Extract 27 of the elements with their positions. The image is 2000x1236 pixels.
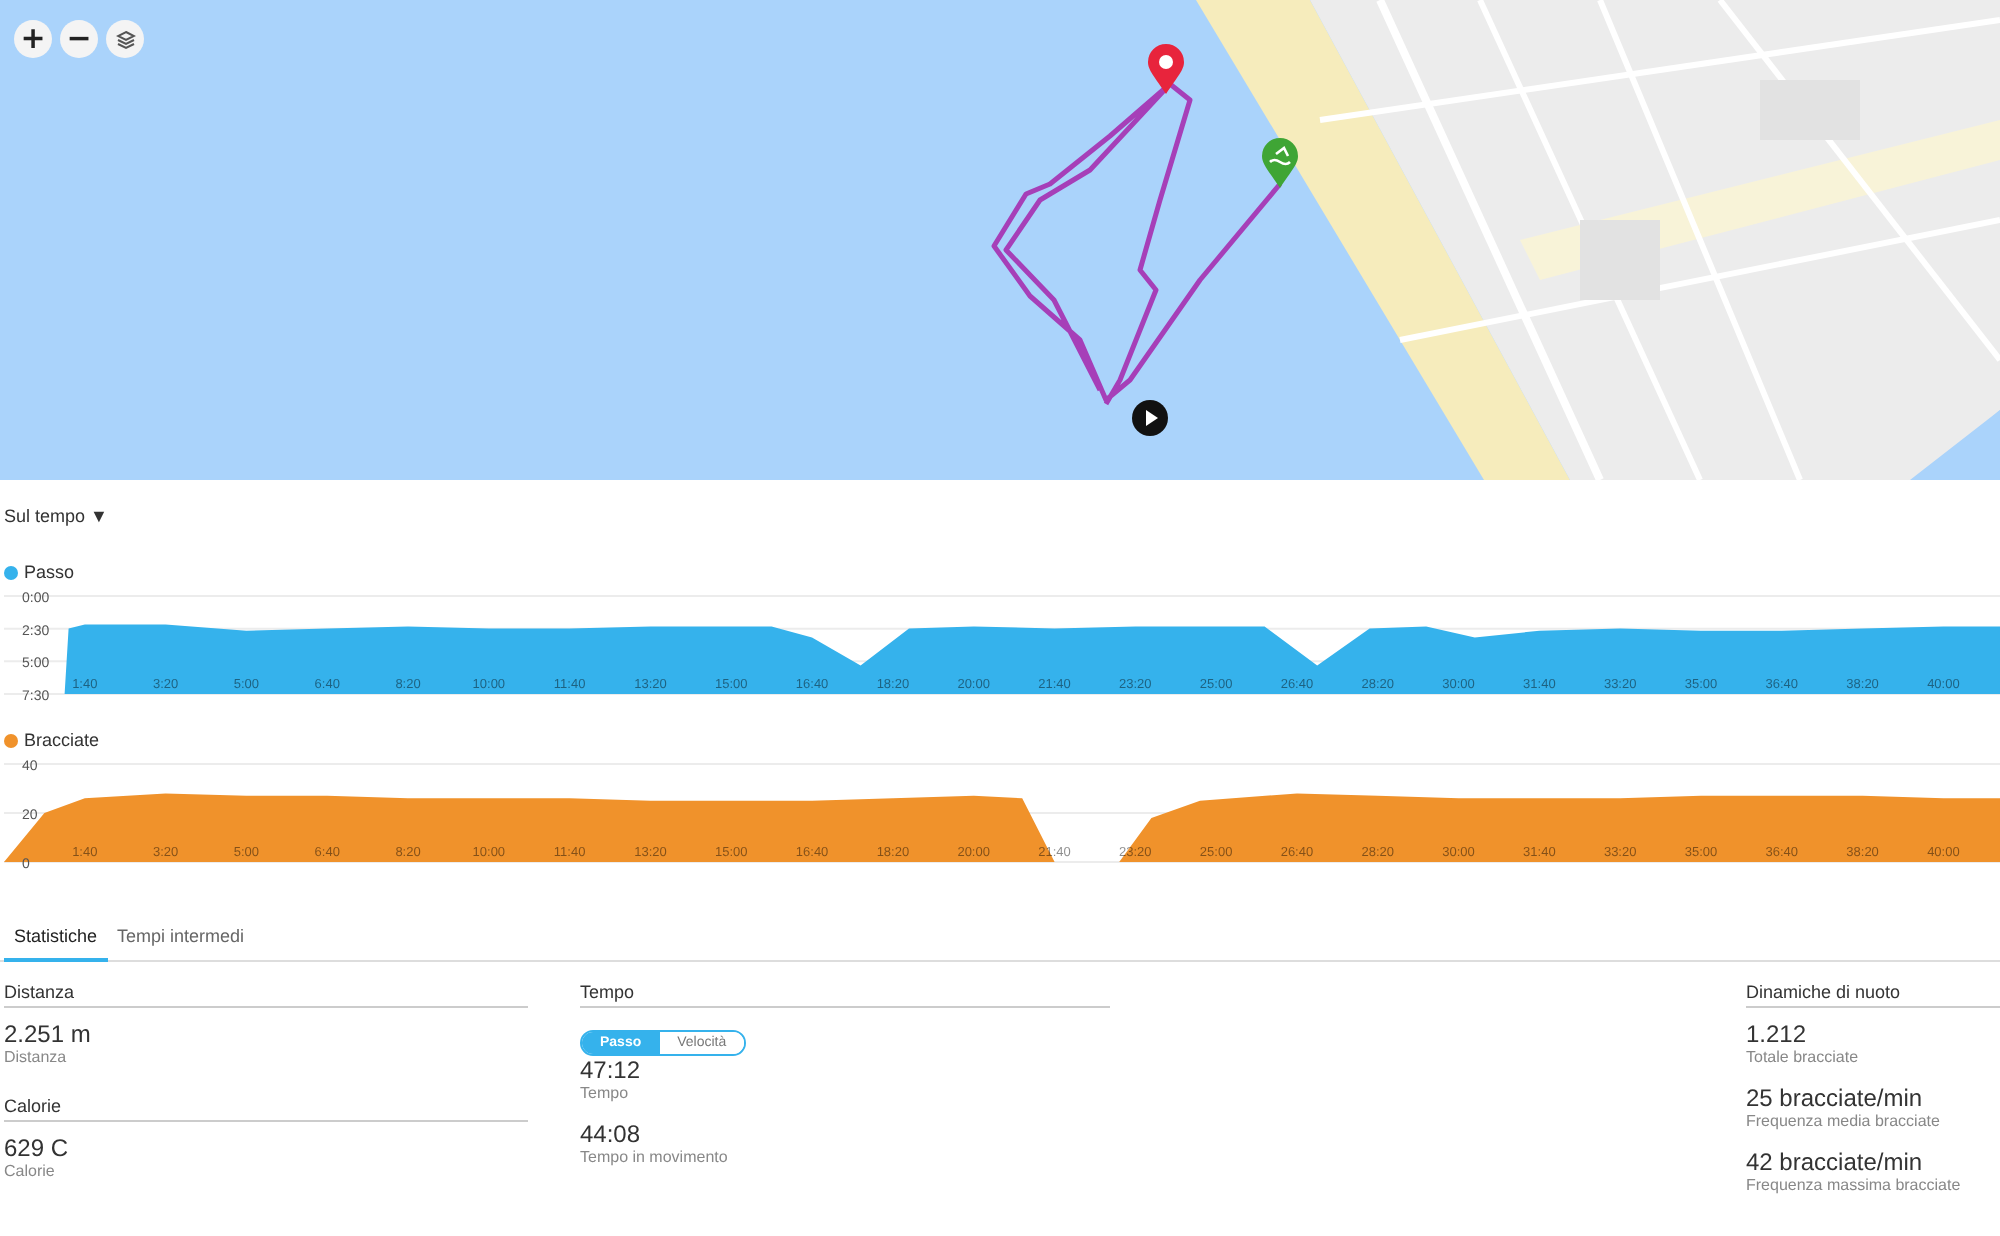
stat-value: 2.251 m xyxy=(4,1020,93,1048)
stat-value: 47:12 xyxy=(580,1056,643,1084)
swimmer-pin-icon[interactable] xyxy=(1262,138,1298,188)
legend-label: Bracciate xyxy=(24,730,100,750)
stat-label: Calorie xyxy=(4,1162,57,1182)
stat-value: 25 bracciate/min xyxy=(1746,1084,1925,1112)
stat-value: 42 bracciate/min xyxy=(1746,1148,1925,1176)
stat-value: 1.212 xyxy=(1746,1020,1809,1048)
section-heading: Distanza xyxy=(4,982,528,1008)
play-icon xyxy=(1146,410,1158,426)
tab[interactable]: Statistiche xyxy=(4,918,108,962)
section-heading: Dinamiche di nuoto xyxy=(1746,982,2000,1008)
tab[interactable]: Tempi intermedi xyxy=(107,918,255,962)
layers-icon xyxy=(115,29,135,49)
view-dropdown[interactable]: Sul tempo ▼ xyxy=(4,506,108,526)
stat-label: Frequenza massima bracciate xyxy=(1746,1176,1963,1196)
stat-value: 44:08 xyxy=(580,1120,643,1148)
section-heading: Tempo xyxy=(580,982,1110,1008)
section-heading: Calorie xyxy=(4,1096,528,1122)
stat-label: Totale bracciate xyxy=(1746,1048,1861,1068)
stat-label: Distanza xyxy=(4,1048,69,1068)
stat-value: 629 C xyxy=(4,1134,71,1162)
stat-label: Frequenza media bracciate xyxy=(1746,1112,1942,1132)
legend-label: Passo xyxy=(24,562,75,582)
stat-label: Tempo in movimento xyxy=(580,1148,730,1168)
location-pin-icon[interactable] xyxy=(1148,44,1184,94)
stat-label: Tempo xyxy=(580,1084,631,1104)
